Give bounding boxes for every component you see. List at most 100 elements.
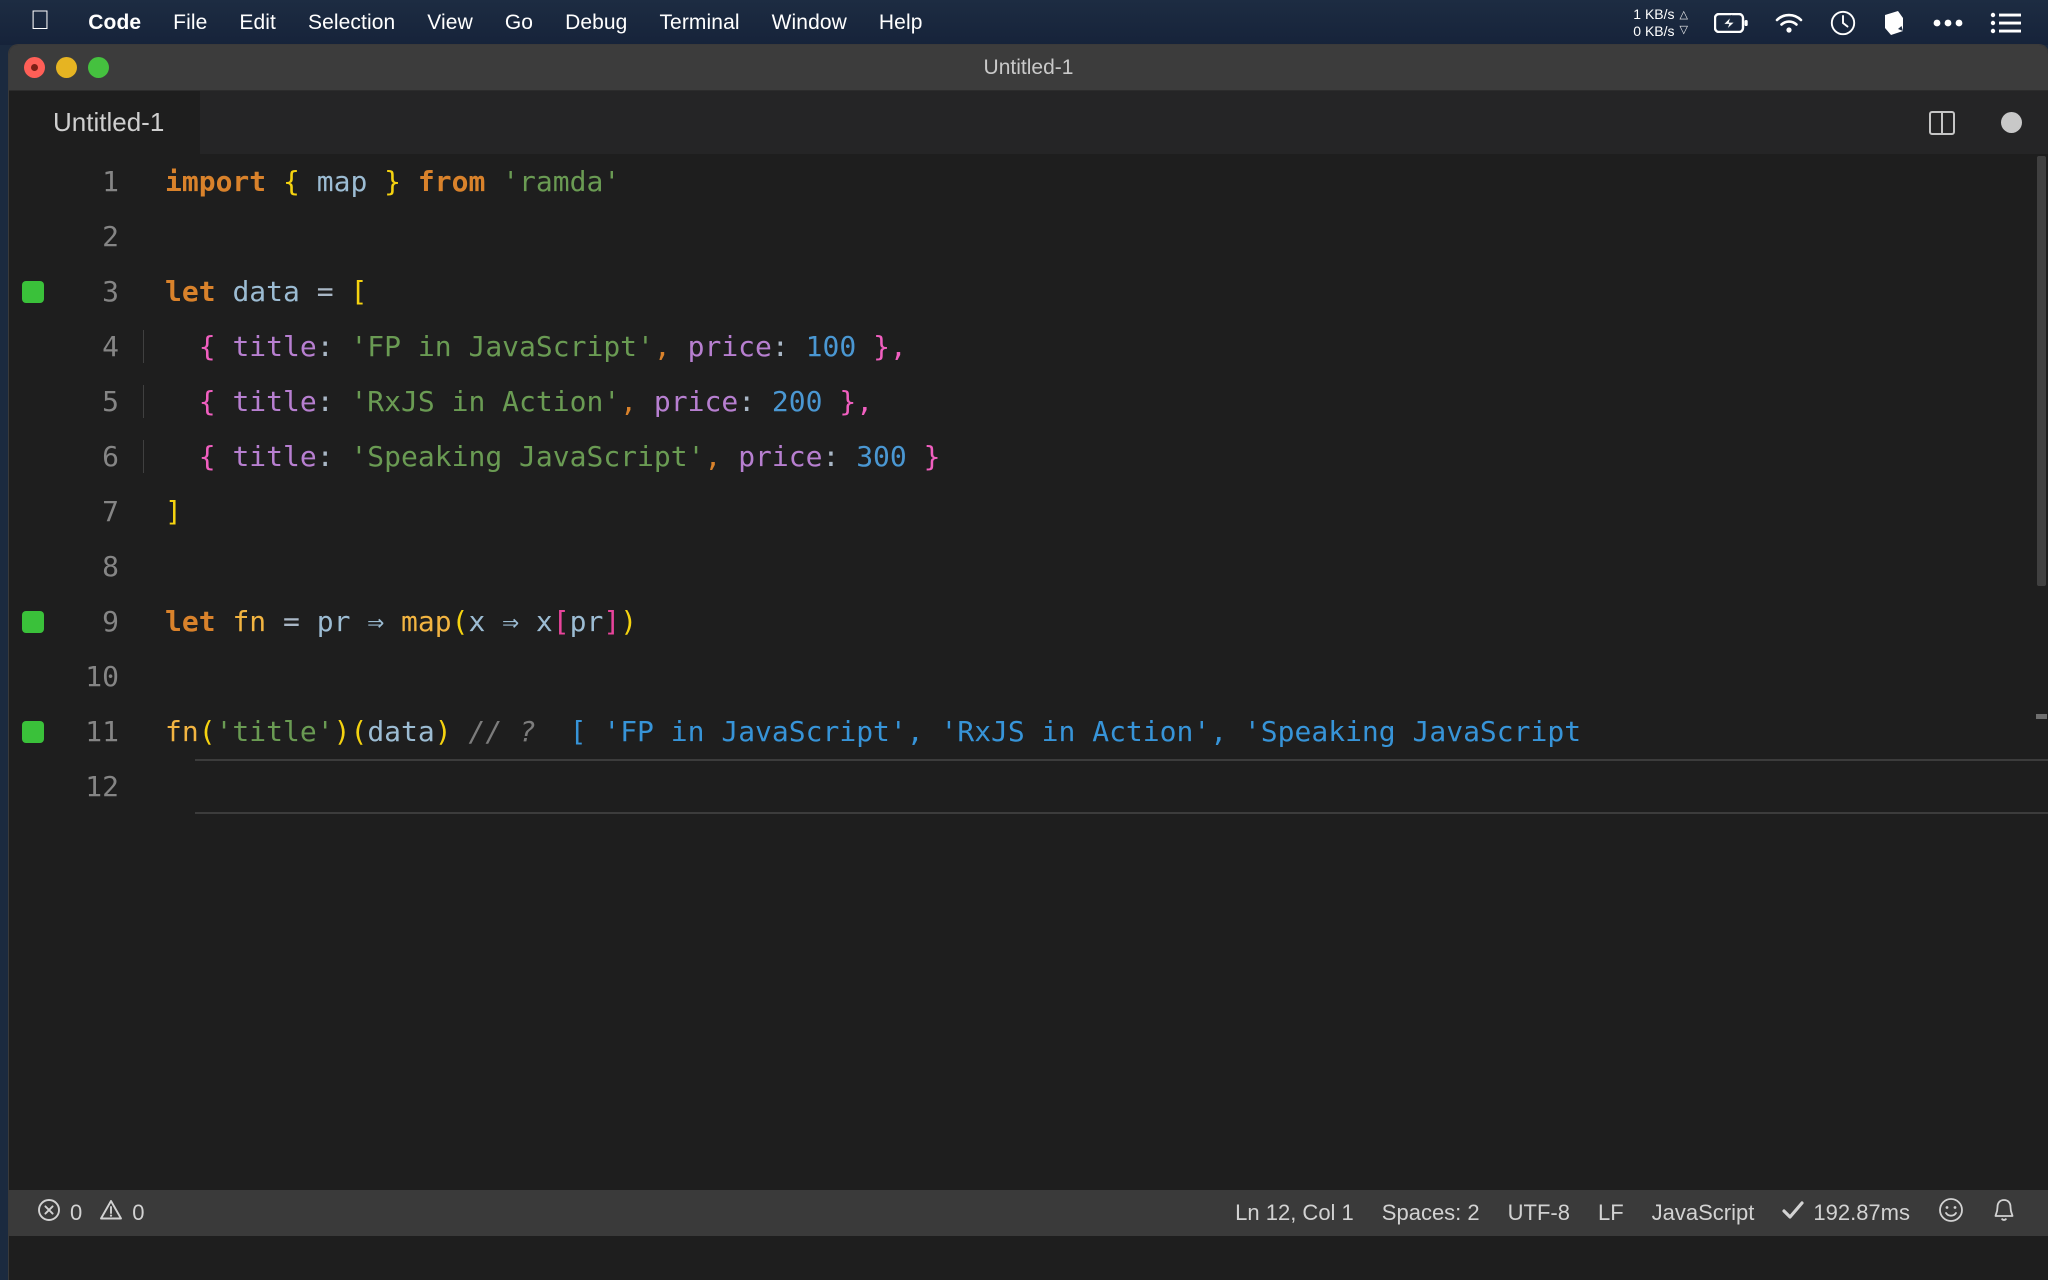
code-token: ⇒: [367, 605, 385, 638]
menu-item-selection[interactable]: Selection: [292, 11, 411, 35]
menu-item-code[interactable]: Code: [72, 11, 157, 35]
status-cursor-position[interactable]: Ln 12, Col 1: [1221, 1200, 1368, 1226]
menu-item-file[interactable]: File: [157, 11, 223, 35]
unsaved-indicator[interactable]: [2001, 112, 2022, 133]
vscode-window: Untitled-1 Untitled-1 1 import { map } fr…: [9, 45, 2048, 1280]
code-line[interactable]: 11 fn('title')(data) // ? [ 'FP in JavaSc…: [9, 704, 2048, 759]
code-line[interactable]: 2: [9, 209, 2048, 264]
line-number: 4: [102, 330, 119, 363]
line-number: 2: [102, 220, 119, 253]
code-line[interactable]: 8: [9, 539, 2048, 594]
code-token: x: [535, 605, 553, 638]
window-title: Untitled-1: [983, 55, 1074, 79]
wifi-icon[interactable]: [1774, 12, 1804, 34]
minimize-button[interactable]: [56, 57, 77, 78]
code-token: 300: [856, 440, 907, 473]
status-run-time[interactable]: 192.87ms: [1768, 1200, 1924, 1226]
breakpoint-marker[interactable]: [22, 280, 44, 303]
code-token: ,: [653, 330, 671, 363]
status-language-mode[interactable]: JavaScript: [1638, 1200, 1769, 1226]
menu-item-window[interactable]: Window: [756, 11, 863, 35]
menu-item-help[interactable]: Help: [863, 11, 939, 35]
line-number: 7: [102, 495, 119, 528]
code-token: map: [401, 605, 452, 638]
line-content: { title: 'Speaking JavaScript', price: 3…: [143, 440, 2048, 473]
code-token: let: [165, 605, 216, 638]
code-token: }: [384, 165, 402, 198]
ellipsis-icon[interactable]: [1932, 18, 1964, 28]
status-feedback[interactable]: [1924, 1197, 1978, 1229]
breakpoint-marker[interactable]: [22, 610, 44, 633]
code-token: 200: [771, 385, 823, 418]
status-problems[interactable]: 0 0: [23, 1198, 159, 1228]
menu-item-debug[interactable]: Debug: [549, 11, 643, 35]
close-button[interactable]: [24, 57, 45, 78]
status-indentation[interactable]: Spaces: 2: [1368, 1200, 1494, 1226]
code-line[interactable]: 12: [9, 759, 2048, 814]
code-token: }: [873, 330, 890, 363]
bell-icon: [1992, 1197, 2016, 1229]
line-number: 5: [102, 385, 119, 418]
clock-icon[interactable]: [1830, 10, 1856, 36]
window-title-bar: Untitled-1: [9, 45, 2048, 91]
status-line-endings[interactable]: LF: [1584, 1200, 1638, 1226]
code-line[interactable]: 9 let fn = pr ⇒ map(x ⇒ x[pr]): [9, 594, 2048, 649]
code-token: ,: [620, 385, 638, 418]
code-token: :: [316, 330, 334, 363]
code-line[interactable]: 3 let data = [: [9, 264, 2048, 319]
glyph-margin[interactable]: [9, 720, 57, 743]
menu-item-terminal[interactable]: Terminal: [643, 11, 755, 35]
menu-item-view[interactable]: View: [411, 11, 489, 35]
code-token: title: [232, 385, 317, 418]
warning-triangle-icon: [99, 1198, 123, 1228]
code-token: 'FP in JavaScript': [350, 330, 654, 363]
code-token: =: [316, 275, 334, 308]
cube-icon[interactable]: [1882, 10, 1906, 36]
code-line[interactable]: 1 import { map } from 'ramda': [9, 154, 2048, 209]
line-content: { title: 'RxJS in Action', price: 200 },: [143, 385, 2048, 418]
indent-guide: [143, 330, 144, 363]
editor-scrollbar-thumb[interactable]: [2037, 156, 2046, 586]
glyph-margin[interactable]: [9, 610, 57, 633]
breakpoint-marker[interactable]: [22, 720, 44, 743]
tab-untitled-1[interactable]: Untitled-1: [9, 91, 201, 154]
network-speed-indicator[interactable]: 1 KB/s 0 KB/s △ ▽: [1633, 6, 1688, 39]
code-line[interactable]: 4 { title: 'FP in JavaScript', price: 10…: [9, 319, 2048, 374]
code-token: =: [283, 605, 300, 638]
line-number: 6: [102, 440, 119, 473]
code-line[interactable]: 5 { title: 'RxJS in Action', price: 200 …: [9, 374, 2048, 429]
list-menu-icon[interactable]: [1990, 12, 2022, 34]
status-encoding[interactable]: UTF-8: [1494, 1200, 1584, 1226]
status-bar: 0 0 Ln 12, Col 1 Spaces: 2 UTF-8 LF Java…: [9, 1190, 2048, 1236]
code-token: let: [165, 275, 216, 308]
zoom-button[interactable]: [88, 57, 109, 78]
battery-charging-icon[interactable]: [1714, 12, 1748, 33]
glyph-margin[interactable]: [9, 280, 57, 303]
apple-logo-icon[interactable]: : [30, 7, 50, 34]
status-notifications[interactable]: [1978, 1197, 2030, 1229]
menu-item-go[interactable]: Go: [489, 11, 549, 35]
split-editor-icon[interactable]: [1929, 110, 1955, 135]
menu-item-edit[interactable]: Edit: [223, 11, 292, 35]
code-line[interactable]: 7]: [9, 484, 2048, 539]
line-content: fn('title')(data) // ? [ 'FP in JavaScri…: [143, 715, 2048, 748]
code-token: ]: [165, 495, 182, 528]
code-line[interactable]: 10: [9, 649, 2048, 704]
code-token: 'RxJS in Action': [350, 385, 621, 418]
code-line[interactable]: 6 { title: 'Speaking JavaScript', price:…: [9, 429, 2048, 484]
code-lines: 1 import { map } from 'ramda' 2 3 let data =…: [9, 154, 2048, 814]
code-editor[interactable]: 1 import { map } from 'ramda' 2 3 let data =…: [9, 154, 2048, 1190]
code-token: fn: [165, 715, 199, 748]
